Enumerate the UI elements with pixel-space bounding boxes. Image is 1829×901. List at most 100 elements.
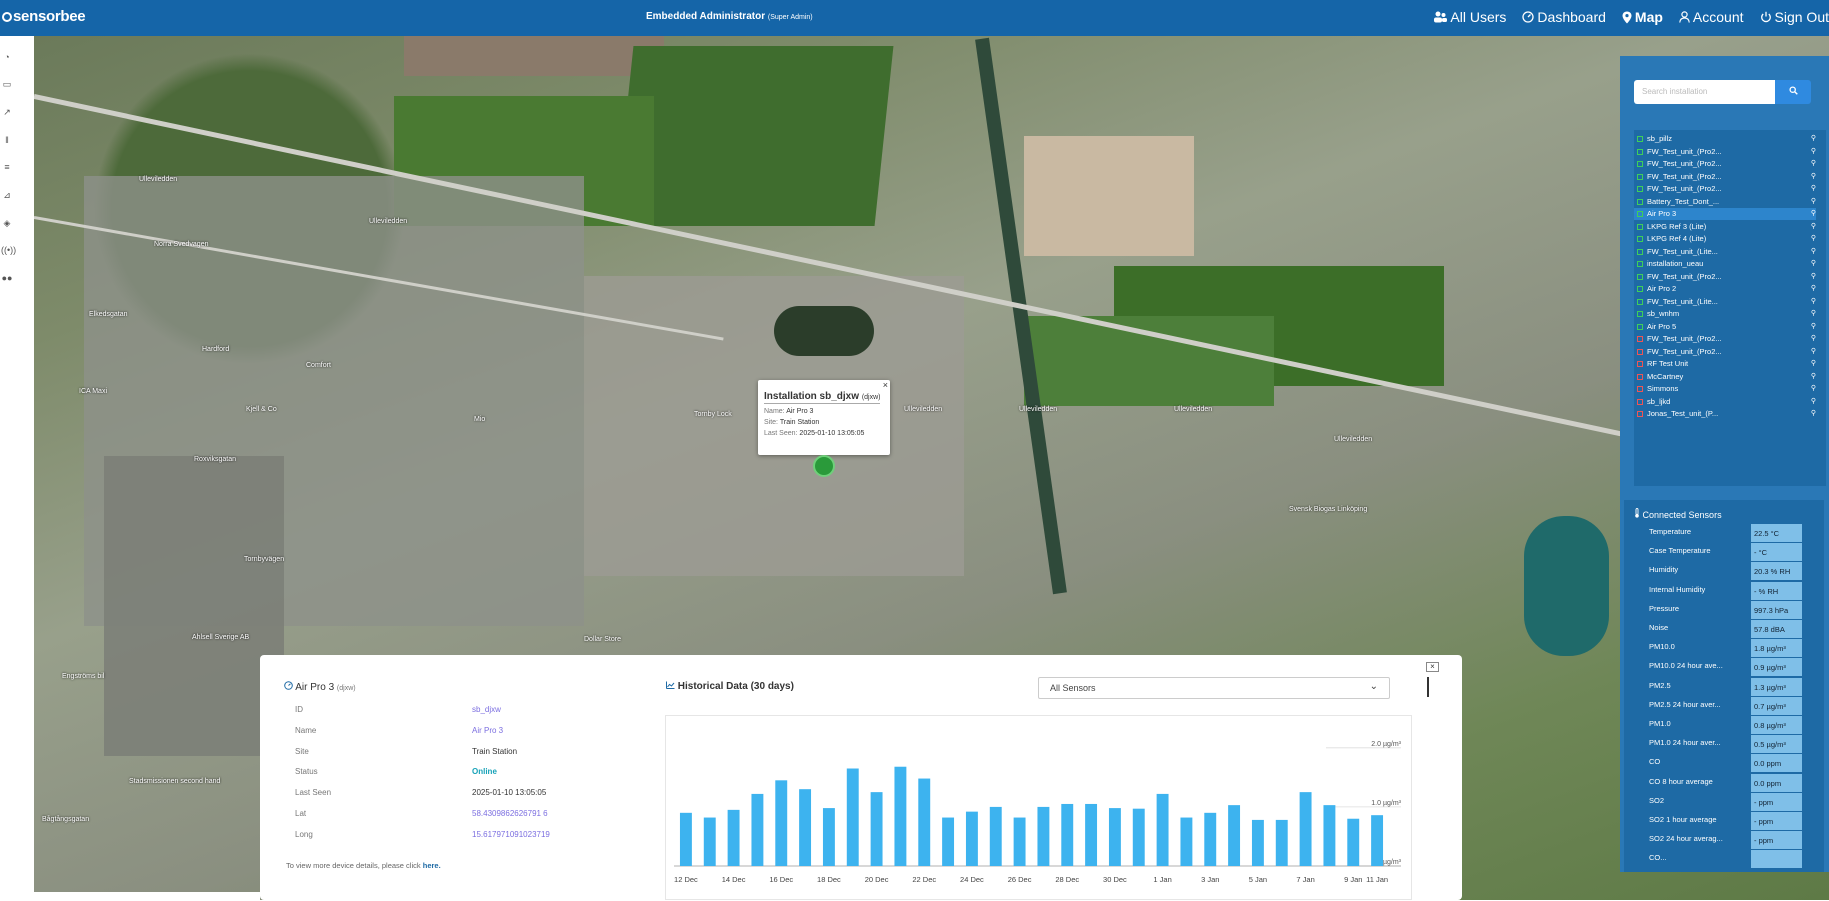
dashboard-icon[interactable]: ◔ bbox=[1, 51, 13, 63]
details-close-button[interactable]: × bbox=[1426, 662, 1439, 672]
search-icon[interactable]: ⚲ bbox=[1811, 146, 1816, 158]
nav-sign-out[interactable]: Sign Out bbox=[1760, 9, 1829, 25]
chart-bar[interactable] bbox=[1013, 817, 1026, 866]
chart-bar[interactable] bbox=[1037, 806, 1050, 866]
installation-item[interactable]: FW_Test_unit_(Lite... ⚲ bbox=[1634, 296, 1816, 308]
chart-bar[interactable] bbox=[1323, 805, 1336, 866]
chart-bar[interactable] bbox=[1132, 808, 1145, 866]
chart-bar[interactable] bbox=[846, 768, 859, 867]
chart-bar[interactable] bbox=[1156, 793, 1169, 866]
installation-item[interactable]: FW_Test_unit_(Pro2... ⚲ bbox=[1634, 146, 1816, 158]
chart-bar[interactable] bbox=[1228, 805, 1241, 866]
installation-item[interactable]: FW_Test_unit_(Pro2... ⚲ bbox=[1634, 346, 1816, 358]
more-details-link[interactable]: here. bbox=[423, 861, 441, 870]
signal-icon[interactable]: ((•)) bbox=[1, 244, 16, 256]
search-icon[interactable]: ⚲ bbox=[1811, 133, 1816, 145]
chart-bar[interactable] bbox=[918, 778, 931, 866]
installation-item[interactable]: FW_Test_unit_(Pro2... ⚲ bbox=[1634, 333, 1816, 345]
nav-all-users[interactable]: All Users bbox=[1433, 9, 1506, 25]
installation-item[interactable]: RF Test Unit ⚲ bbox=[1634, 358, 1816, 370]
bars-icon[interactable]: ≡ bbox=[1, 161, 13, 173]
installation-item[interactable]: Air Pro 5 ⚲ bbox=[1634, 321, 1816, 333]
installation-item[interactable]: Air Pro 3 ⚲ bbox=[1634, 208, 1816, 220]
barcode-icon[interactable]: ‖ bbox=[1, 134, 13, 146]
search-icon[interactable]: ⚲ bbox=[1811, 321, 1816, 333]
search-button[interactable] bbox=[1775, 80, 1811, 104]
chart-bar[interactable] bbox=[703, 817, 716, 866]
chart-bar[interactable] bbox=[1061, 803, 1074, 866]
search-input[interactable]: Search installation bbox=[1634, 80, 1775, 104]
installation-item[interactable]: sb_ljkd ⚲ bbox=[1634, 396, 1816, 408]
chart-bar[interactable] bbox=[751, 793, 764, 866]
chart-bar[interactable] bbox=[1251, 819, 1264, 866]
search-icon[interactable]: ⚲ bbox=[1811, 408, 1816, 420]
chart-bar[interactable] bbox=[1275, 819, 1288, 866]
search-icon[interactable]: ⚲ bbox=[1811, 358, 1816, 370]
search-icon[interactable]: ⚲ bbox=[1811, 283, 1816, 295]
sensorbee-logo[interactable]: sensorbee bbox=[2, 8, 86, 25]
chart-bar[interactable] bbox=[679, 812, 692, 866]
chart-icon[interactable]: ↗ bbox=[1, 106, 13, 118]
cube-icon[interactable]: ◈ bbox=[1, 217, 13, 229]
search-icon[interactable]: ⚲ bbox=[1811, 308, 1816, 320]
search-icon[interactable]: ⚲ bbox=[1811, 333, 1816, 345]
installation-list[interactable]: sb_pillz ⚲ FW_Test_unit_(Pro2... ⚲ FW_Test_u… bbox=[1634, 130, 1826, 486]
users-icon[interactable]: ●● bbox=[1, 272, 13, 284]
installation-item[interactable]: Jonas_Test_unit_(P... ⚲ bbox=[1634, 408, 1816, 420]
detail-value[interactable]: Air Pro 3 bbox=[472, 726, 503, 735]
search-icon[interactable]: ⚲ bbox=[1811, 183, 1816, 195]
sensor-select[interactable]: All Sensors ⌄ bbox=[1038, 677, 1390, 699]
installation-item[interactable]: LKPG Ref 3 (Lite) ⚲ bbox=[1634, 221, 1816, 233]
chart-bar[interactable] bbox=[1108, 808, 1121, 866]
chart-bar[interactable] bbox=[870, 792, 883, 866]
nav-account[interactable]: Account bbox=[1679, 9, 1744, 25]
search-icon[interactable]: ⚲ bbox=[1811, 258, 1816, 270]
detail-value[interactable]: 58.4309862626791 6 bbox=[472, 809, 548, 818]
chart-bar[interactable] bbox=[1371, 815, 1384, 866]
installation-item[interactable]: sb_wnhm ⚲ bbox=[1634, 308, 1816, 320]
installation-item[interactable]: Air Pro 2 ⚲ bbox=[1634, 283, 1816, 295]
chart-bar[interactable] bbox=[1085, 803, 1098, 866]
search-icon[interactable]: ⚲ bbox=[1811, 196, 1816, 208]
chart-bar[interactable] bbox=[822, 808, 835, 866]
search-icon[interactable]: ⚲ bbox=[1811, 346, 1816, 358]
chart-bar[interactable] bbox=[1180, 817, 1193, 866]
installation-item[interactable]: LKPG Ref 4 (Lite) ⚲ bbox=[1634, 233, 1816, 245]
chart-bar[interactable] bbox=[1347, 818, 1360, 866]
installation-item[interactable]: FW_Test_unit_(Pro2... ⚲ bbox=[1634, 271, 1816, 283]
installation-item[interactable]: installation_ueau ⚲ bbox=[1634, 258, 1816, 270]
search-icon[interactable]: ⚲ bbox=[1811, 383, 1816, 395]
installation-item[interactable]: sb_pillz ⚲ bbox=[1634, 133, 1816, 145]
search-icon[interactable]: ⚲ bbox=[1811, 296, 1816, 308]
search-icon[interactable]: ⚲ bbox=[1811, 371, 1816, 383]
chart-bar[interactable] bbox=[989, 806, 1002, 866]
nav-map[interactable]: Map bbox=[1622, 9, 1663, 25]
chart-bar[interactable] bbox=[775, 780, 788, 866]
chart-bar[interactable] bbox=[1204, 812, 1217, 866]
search-icon[interactable]: ⚲ bbox=[1811, 271, 1816, 283]
monitor-icon[interactable]: ▭ bbox=[1, 78, 13, 90]
chart-bar[interactable] bbox=[894, 766, 907, 866]
scrollbar[interactable] bbox=[1427, 677, 1429, 697]
popup-close-button[interactable]: × bbox=[883, 380, 888, 390]
search-icon[interactable]: ⚲ bbox=[1811, 233, 1816, 245]
chart-bar[interactable] bbox=[1299, 792, 1312, 866]
chart-bar[interactable] bbox=[727, 809, 740, 866]
detail-value[interactable]: 15.617971091023719 bbox=[472, 830, 550, 839]
chart-bar[interactable] bbox=[965, 811, 978, 866]
installation-item[interactable]: FW_Test_unit_(Pro2... ⚲ bbox=[1634, 171, 1816, 183]
installation-item[interactable]: FW_Test_unit_(Lite... ⚲ bbox=[1634, 246, 1816, 258]
installation-item[interactable]: FW_Test_unit_(Pro2... ⚲ bbox=[1634, 183, 1816, 195]
search-icon[interactable]: ⚲ bbox=[1811, 171, 1816, 183]
search-icon[interactable]: ⚲ bbox=[1811, 246, 1816, 258]
chart-bar[interactable] bbox=[799, 789, 812, 866]
installation-marker[interactable] bbox=[813, 455, 835, 477]
installation-item[interactable]: Battery_Test_Dont_... ⚲ bbox=[1634, 196, 1816, 208]
nav-dashboard[interactable]: Dashboard bbox=[1522, 9, 1606, 25]
detail-value[interactable]: sb_djxw bbox=[472, 705, 501, 714]
installation-item[interactable]: McCartney ⚲ bbox=[1634, 371, 1816, 383]
search-icon[interactable]: ⚲ bbox=[1811, 221, 1816, 233]
search-icon[interactable]: ⚲ bbox=[1811, 208, 1816, 220]
installation-item[interactable]: FW_Test_unit_(Pro2... ⚲ bbox=[1634, 158, 1816, 170]
search-icon[interactable]: ⚲ bbox=[1811, 158, 1816, 170]
